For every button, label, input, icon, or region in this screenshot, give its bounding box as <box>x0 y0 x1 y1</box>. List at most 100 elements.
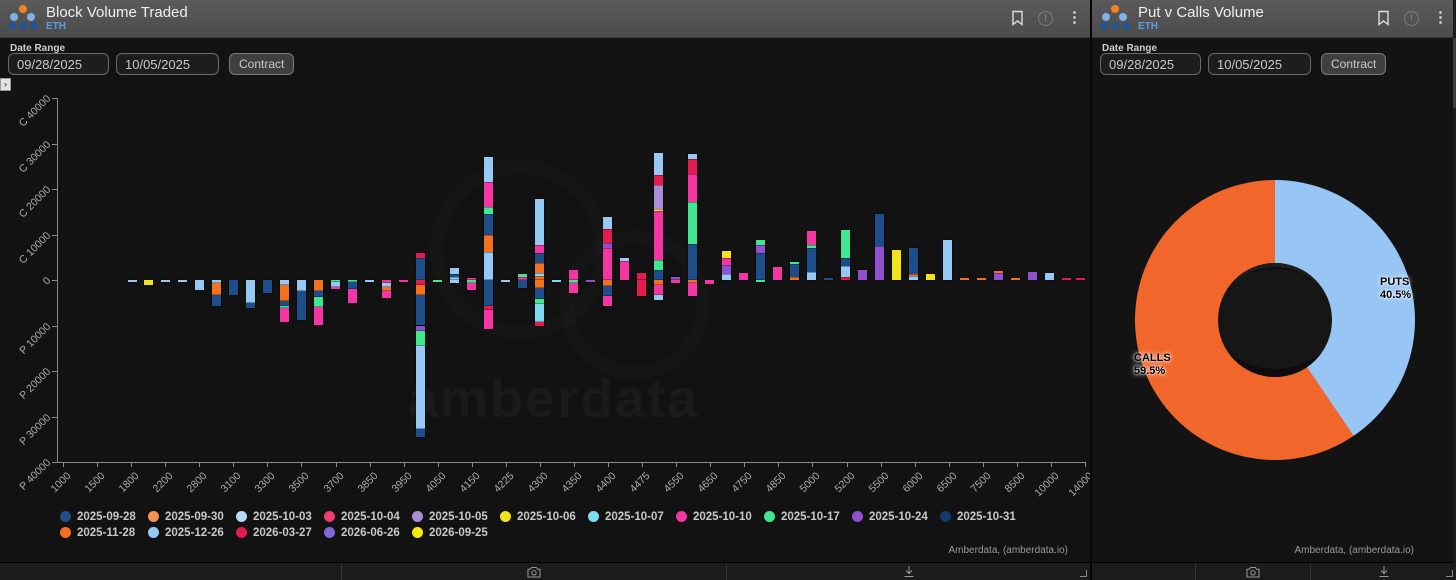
bar-segment[interactable] <box>1028 272 1037 280</box>
bar-segment[interactable] <box>654 153 663 174</box>
bar-segment[interactable] <box>654 209 663 211</box>
bar-segment[interactable] <box>484 214 493 235</box>
bar-segment[interactable] <box>246 280 255 303</box>
legend-item[interactable]: 2025-09-30 <box>148 509 236 524</box>
legend-item[interactable]: 2025-10-24 <box>852 509 940 524</box>
bar-segment[interactable] <box>909 248 918 274</box>
bar-segment[interactable] <box>399 280 408 282</box>
bar-segment[interactable] <box>348 282 357 289</box>
bar-segment[interactable] <box>688 202 697 244</box>
bar-segment[interactable] <box>909 274 918 276</box>
bar-segment[interactable] <box>314 307 323 326</box>
bar-segment[interactable] <box>416 295 425 325</box>
bar-segment[interactable] <box>535 273 544 277</box>
bar-segment[interactable] <box>603 217 612 229</box>
bar-segment[interactable] <box>450 268 459 274</box>
bar-segment[interactable] <box>263 280 272 293</box>
contract-button[interactable]: Contract <box>1321 53 1386 75</box>
legend-item[interactable]: 2026-09-25 <box>412 525 500 540</box>
footer-cell[interactable] <box>0 563 341 580</box>
bar-segment[interactable] <box>790 262 799 264</box>
bar-segment[interactable] <box>535 263 544 273</box>
bar-segment[interactable] <box>280 308 289 321</box>
bar-segment[interactable] <box>552 280 561 282</box>
bar-segment[interactable] <box>637 273 646 280</box>
bar-segment[interactable] <box>246 303 255 308</box>
bar-segment[interactable] <box>484 235 493 252</box>
legend-item[interactable]: 2026-06-26 <box>324 525 412 540</box>
bar-segment[interactable] <box>484 252 493 280</box>
bar-segment[interactable] <box>892 250 901 280</box>
screenshot-button[interactable] <box>341 563 726 580</box>
bar-segment[interactable] <box>688 159 697 173</box>
bar-segment[interactable] <box>1011 278 1020 280</box>
bar-segment[interactable] <box>756 253 765 280</box>
bar-segment[interactable] <box>926 274 935 280</box>
bar-segment[interactable] <box>297 291 306 321</box>
bar-segment[interactable] <box>484 280 493 306</box>
bar-segment[interactable] <box>535 304 544 323</box>
bar-segment[interactable] <box>739 273 748 280</box>
screenshot-button[interactable] <box>1195 563 1310 580</box>
bar-segment[interactable] <box>484 310 493 328</box>
bar-segment[interactable] <box>195 280 204 290</box>
legend-item[interactable]: 2025-10-07 <box>588 509 676 524</box>
bar-segment[interactable] <box>331 287 340 289</box>
download-button[interactable] <box>1310 563 1456 580</box>
bar-segment[interactable] <box>688 174 697 202</box>
legend-item[interactable]: 2025-10-06 <box>500 509 588 524</box>
bar-segment[interactable] <box>807 248 816 272</box>
bar-segment[interactable] <box>756 240 765 244</box>
legend-item[interactable]: 2025-10-05 <box>412 509 500 524</box>
bar-segment[interactable] <box>994 271 1003 273</box>
bar-segment[interactable] <box>416 429 425 437</box>
bar-segment[interactable] <box>688 154 697 160</box>
bar-segment[interactable] <box>178 280 187 282</box>
bar-segment[interactable] <box>450 274 459 277</box>
resize-grip[interactable] <box>1080 570 1087 577</box>
bar-segment[interactable] <box>467 283 476 290</box>
bar-segment[interactable] <box>535 280 544 288</box>
bar-segment[interactable] <box>722 258 731 265</box>
legend-item[interactable]: 2025-09-28 <box>60 509 148 524</box>
bar-segment[interactable] <box>382 291 391 298</box>
bar-segment[interactable] <box>535 253 544 263</box>
bar-segment[interactable] <box>518 274 527 277</box>
bar-segment[interactable] <box>705 280 714 284</box>
bar-segment[interactable] <box>688 244 697 280</box>
bar-segment[interactable] <box>280 285 289 301</box>
bar-segment[interactable] <box>484 157 493 182</box>
footer-cell[interactable] <box>1092 563 1195 580</box>
bar-segment[interactable] <box>416 253 425 258</box>
bar-segment[interactable] <box>807 231 816 245</box>
bar-segment[interactable] <box>790 264 799 278</box>
start-date-input[interactable] <box>1100 53 1201 75</box>
bookmark-icon[interactable] <box>1377 10 1390 26</box>
bar-segment[interactable] <box>858 270 867 280</box>
legend-item[interactable]: 2025-11-28 <box>60 525 148 540</box>
bar-segment[interactable] <box>620 258 629 262</box>
bar-segment[interactable] <box>654 295 663 300</box>
bar-segment[interactable] <box>875 214 884 245</box>
info-icon[interactable]: ! <box>1404 11 1419 26</box>
bar-segment[interactable] <box>603 296 612 306</box>
bar-segment[interactable] <box>314 280 323 291</box>
bar-segment[interactable] <box>824 278 833 280</box>
bar-segment[interactable] <box>841 277 850 280</box>
bar-segment[interactable] <box>569 283 578 293</box>
bar-segment[interactable] <box>416 258 425 280</box>
bar-segment[interactable] <box>348 289 357 303</box>
bar-segment[interactable] <box>569 270 578 280</box>
bar-segment[interactable] <box>365 280 374 282</box>
bar-segment[interactable] <box>875 246 884 280</box>
bar-segment[interactable] <box>603 229 612 242</box>
bar-segment[interactable] <box>671 280 680 283</box>
bar-segment[interactable] <box>943 240 952 280</box>
bar-segment[interactable] <box>535 245 544 252</box>
bar-segment[interactable] <box>977 278 986 280</box>
bar-segment[interactable] <box>416 285 425 295</box>
bar-segment[interactable] <box>654 211 663 260</box>
bar-segment[interactable] <box>484 182 493 207</box>
bar-segment[interactable] <box>229 280 238 295</box>
bar-segment[interactable] <box>314 297 323 307</box>
